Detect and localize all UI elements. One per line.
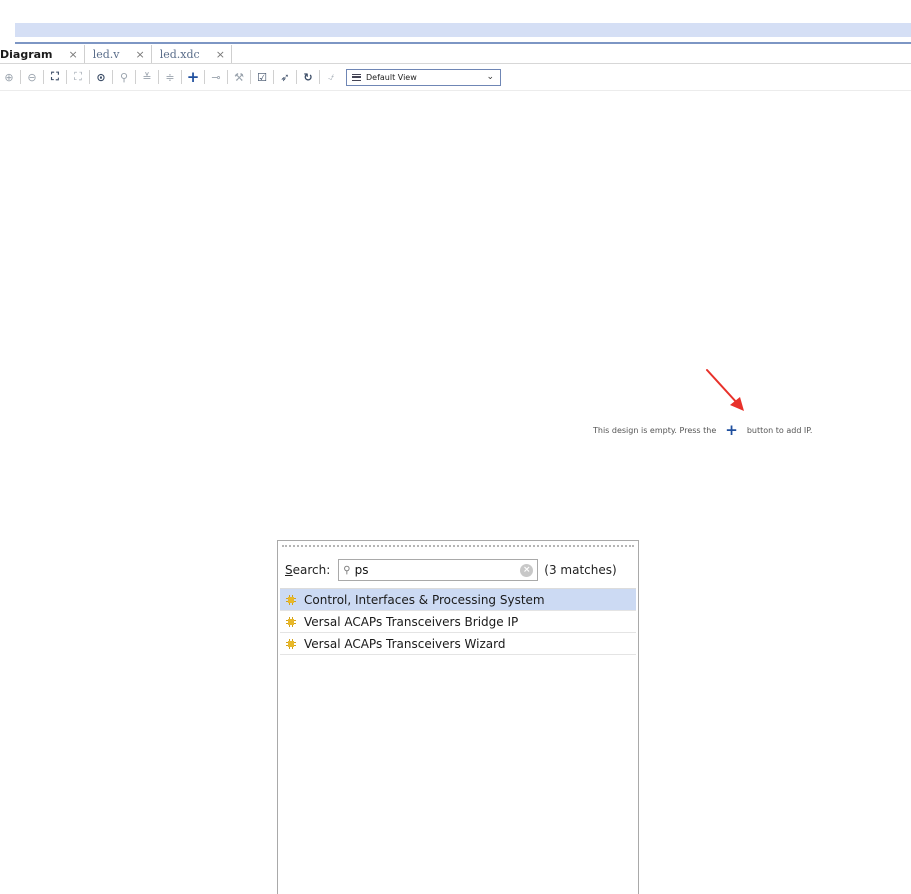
view-select[interactable]: Default View ⌄ xyxy=(346,68,501,86)
toolbar-separator xyxy=(112,70,113,84)
ip-search-box[interactable]: ⚲ × xyxy=(338,559,539,581)
toolbar-separator xyxy=(158,70,159,84)
tab-led-xdc[interactable]: led.xdc × xyxy=(152,45,232,63)
search-icon[interactable]: ⚲ xyxy=(115,68,133,86)
make-connection-icon[interactable]: ⊸ xyxy=(207,68,225,86)
close-icon[interactable]: × xyxy=(216,48,225,61)
red-arrow-icon xyxy=(706,369,744,411)
toolbar-separator xyxy=(273,70,274,84)
empty-design-hint: This design is empty. Press the + button… xyxy=(593,423,813,438)
toolbar-separator xyxy=(227,70,228,84)
toolbar-separator xyxy=(181,70,182,84)
list-item[interactable]: Versal ACAPs Transceivers Bridge IP xyxy=(280,611,636,633)
add-ip-icon[interactable]: + xyxy=(184,68,202,86)
toolbar-separator xyxy=(43,70,44,84)
clear-search-icon[interactable]: × xyxy=(520,563,534,577)
match-count: (3 matches) xyxy=(544,563,617,577)
search-label-mnemonic: S xyxy=(285,563,293,577)
toolbar-separator xyxy=(20,70,21,84)
tab-diagram[interactable]: Diagram × xyxy=(0,45,85,63)
customize-block-icon[interactable]: ⚒ xyxy=(230,68,248,86)
zoom-fit-icon[interactable]: ⛶ xyxy=(46,68,64,86)
list-item-label: Versal ACAPs Transceivers Bridge IP xyxy=(304,614,519,629)
chevron-down-icon: ⌄ xyxy=(486,72,494,82)
close-icon[interactable]: × xyxy=(69,48,78,61)
toolbar-separator xyxy=(66,70,67,84)
ip-core-icon xyxy=(286,638,296,649)
toolbar-separator xyxy=(89,70,90,84)
add-ip-popup: Search: ⚲ × (3 matches) Control, Interfa… xyxy=(277,540,639,894)
editor-tabs: Diagram × led.v × led.xdc × xyxy=(0,45,232,63)
tab-label: Diagram xyxy=(0,47,53,61)
ip-core-icon xyxy=(286,616,296,627)
toolbar-separator xyxy=(135,70,136,84)
add-ip-plus-icon[interactable]: + xyxy=(725,423,738,438)
tab-label: led.xdc xyxy=(159,47,200,61)
zoom-selection-icon[interactable]: ⛶ xyxy=(69,68,87,86)
toolbar-separator xyxy=(250,70,251,84)
hint-text-before: This design is empty. Press the xyxy=(593,425,717,435)
title-strip xyxy=(15,23,911,37)
search-icon: ⚲ xyxy=(343,564,351,576)
regenerate-layout-icon[interactable]: ↻ xyxy=(299,68,317,86)
popup-drag-handle[interactable] xyxy=(282,545,634,555)
pin-icon[interactable]: ➶ xyxy=(276,68,294,86)
close-icon[interactable]: × xyxy=(136,48,145,61)
ip-search-row: Search: ⚲ × (3 matches) xyxy=(278,555,638,581)
tab-led-v[interactable]: led.v × xyxy=(85,45,152,63)
view-list-icon xyxy=(352,73,361,81)
drc-icon[interactable]: ⍻ xyxy=(322,68,340,86)
list-item-label: Versal ACAPs Transceivers Wizard xyxy=(304,636,506,651)
tabs-divider xyxy=(0,63,911,64)
toolbar-separator xyxy=(296,70,297,84)
toolbar-separator xyxy=(204,70,205,84)
search-label: Search: xyxy=(285,563,330,577)
ip-core-icon xyxy=(286,594,296,605)
autoconnect-icon[interactable]: ⊙ xyxy=(92,68,110,86)
tab-label: led.v xyxy=(92,47,120,61)
list-item[interactable]: Versal ACAPs Transceivers Wizard xyxy=(280,633,636,655)
editor-top-rule xyxy=(15,42,911,44)
expand-all-icon[interactable]: ≑ xyxy=(161,68,179,86)
toolbar-separator xyxy=(319,70,320,84)
hint-text-after: button to add IP. xyxy=(746,425,813,435)
ip-search-input[interactable] xyxy=(354,563,521,577)
zoom-in-icon[interactable]: ⊕ xyxy=(0,68,18,86)
view-select-value: Default View xyxy=(366,72,417,82)
search-label-rest: earch: xyxy=(292,563,331,577)
collapse-all-icon[interactable]: ≚ xyxy=(138,68,156,86)
ip-result-list: Control, Interfaces & Processing System … xyxy=(280,588,636,655)
list-item-label: Control, Interfaces & Processing System xyxy=(304,592,545,607)
zoom-out-icon[interactable]: ⊖ xyxy=(23,68,41,86)
diagram-toolbar: ⊕ ⊖ ⛶ ⛶ ⊙ ⚲ ≚ ≑ + ⊸ ⚒ ☑ ➶ ↻ ⍻ Default Vi… xyxy=(0,66,501,88)
validate-design-icon[interactable]: ☑ xyxy=(253,68,271,86)
list-item[interactable]: Control, Interfaces & Processing System xyxy=(280,589,636,611)
